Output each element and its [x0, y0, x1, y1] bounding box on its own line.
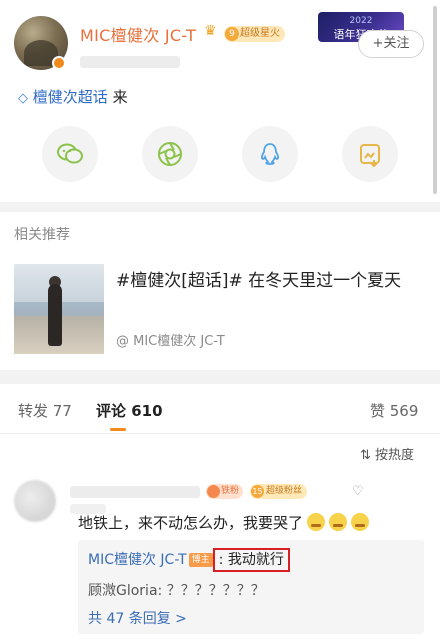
wechat-icon [57, 143, 83, 164]
reply-text: ？？？？？？？ [166, 583, 265, 599]
topic-action: 来 [112, 88, 128, 106]
reply-author[interactable]: MIC檀健次 JC-T [88, 552, 187, 568]
commenter-level-number: 15 [251, 485, 264, 498]
save-image-button[interactable] [342, 126, 398, 182]
share-row [0, 126, 440, 182]
blurred-subtitle [80, 56, 180, 68]
sort-toggle[interactable]: ⇅ 按热度 [360, 444, 414, 463]
related-post-title[interactable]: #檀健次[超话]# 在冬天里过一个夏天 [116, 268, 416, 294]
supertopic-icon: ◇ [18, 91, 28, 106]
moments-icon [158, 142, 182, 166]
author-name[interactable]: MIC檀健次 JC-T [80, 22, 196, 46]
qq-share-button[interactable] [242, 126, 298, 182]
blurred-commenter-name [70, 486, 200, 498]
crying-emoji-icon [329, 513, 348, 531]
interaction-tabs: 转发 77 评论 610 赞 569 [0, 384, 440, 434]
reply-item: 顾溦Gloria: ？？？？？？？ [88, 580, 265, 600]
reply-preview-box[interactable]: MIC檀健次 JC-T 博主: 我动就行 顾溦Gloria: ？？？？？？？ 共 … [78, 540, 424, 634]
comment-like-icon[interactable]: ♡ [352, 484, 364, 499]
thumbnail-person [48, 284, 62, 346]
iron-fan-badge: 铁粉 [206, 484, 244, 499]
fan-level-number: 9 [225, 27, 239, 41]
commenter-avatar[interactable] [14, 480, 56, 522]
section-divider [0, 202, 440, 212]
active-tab-indicator [110, 428, 126, 431]
fan-badge-icon [207, 485, 220, 498]
scrollbar[interactable] [433, 6, 437, 194]
sort-icon: ⇅ [360, 448, 371, 463]
supertopic-link[interactable]: 檀健次超话 [33, 88, 108, 106]
crown-icon: ♛ [204, 23, 217, 39]
tab-comment[interactable]: 评论 610 [96, 400, 163, 421]
commenter-level-label: 超级粉丝 [266, 486, 303, 496]
fan-level-badge: 9 超级星火 [224, 26, 285, 42]
tab-like[interactable]: 赞 569 [370, 400, 418, 421]
more-replies-link[interactable]: 共 47 条回复 > [88, 608, 187, 628]
crying-emoji-icon [351, 513, 370, 531]
moments-share-button[interactable] [142, 126, 198, 182]
verified-badge-icon [52, 56, 66, 70]
wechat-share-button[interactable] [42, 126, 98, 182]
related-post-card[interactable]: #檀健次[超话]# 在冬天里过一个夏天 @ MIC檀健次 JC-T [14, 264, 424, 354]
save-image-icon [360, 144, 380, 168]
tab-repost[interactable]: 转发 77 [18, 400, 72, 421]
related-thumbnail[interactable] [14, 264, 104, 354]
reply-author[interactable]: 顾溦Gloria [88, 583, 158, 599]
commenter-level-badge: 15 超级粉丝 [250, 484, 308, 499]
fan-badge-label: 铁粉 [221, 486, 240, 496]
qq-icon [261, 143, 279, 165]
sort-label: 按热度 [375, 448, 415, 463]
related-heading: 相关推荐 [14, 227, 70, 243]
reply-separator: : [157, 583, 163, 599]
fan-level-label: 超级星火 [240, 28, 280, 39]
highlighted-reply: : 我动就行 [212, 548, 290, 572]
reply-item: MIC檀健次 JC-T 博主: 我动就行 [88, 548, 290, 572]
blogger-tag: 博主 [188, 553, 213, 567]
promo-year: 2022 [349, 16, 373, 26]
section-divider [0, 370, 440, 384]
reply-text: 我动就行 [227, 552, 284, 568]
comment-text: 地铁上，来不动怎么办，我要哭了 [78, 514, 304, 532]
related-post-author[interactable]: @ MIC檀健次 JC-T [116, 330, 225, 349]
comment-body: 地铁上，来不动怎么办，我要哭了 [78, 512, 370, 533]
topic-line: ◇ 檀健次超话 来 [18, 86, 128, 107]
follow-button[interactable]: +关注 [358, 30, 424, 58]
related-section: 相关推荐 #檀健次[超话]# 在冬天里过一个夏天 @ MIC檀健次 JC-T [0, 212, 440, 370]
crying-emoji-icon [307, 513, 326, 531]
post-header: MIC檀健次 JC-T ♛ 9 超级星火 2022 语年狂欢节 +关注 ◇ 檀健… [0, 0, 440, 202]
